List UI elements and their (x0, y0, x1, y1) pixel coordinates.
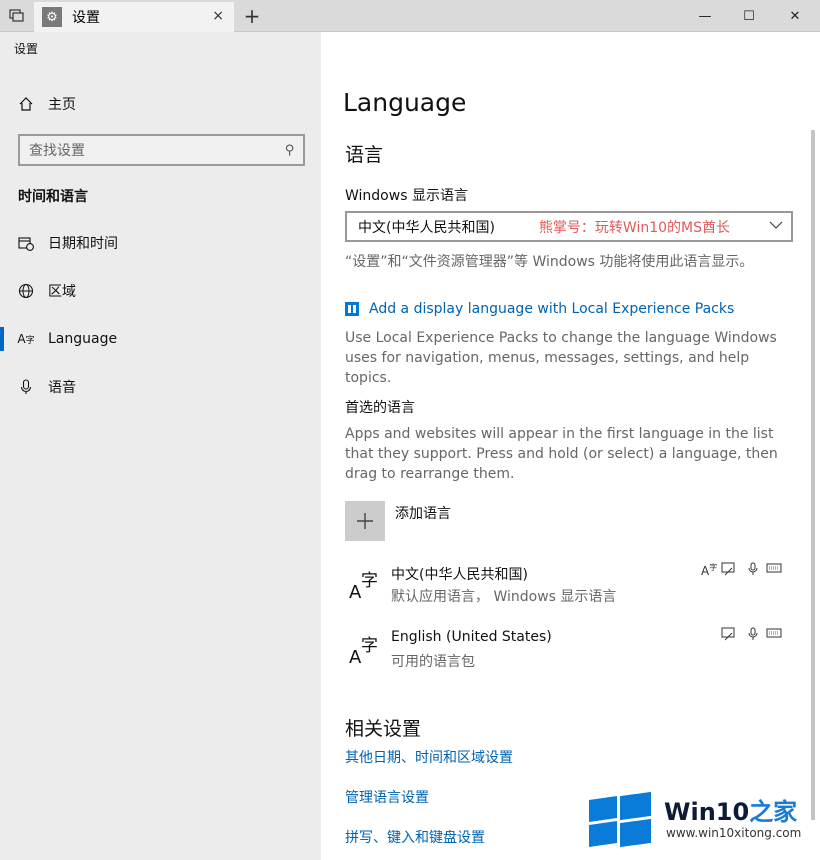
language-status: 可用的语言包 (391, 654, 475, 670)
add-language-button[interactable] (345, 501, 385, 541)
close-tab-icon[interactable]: × (212, 8, 224, 24)
minimize-button[interactable]: — (682, 0, 728, 32)
related-link-date-time-region[interactable]: 其他日期、时间和区域设置 (345, 747, 513, 767)
language-name: 中文(中华人民共和国) (391, 567, 528, 583)
sidebar: 设置 主页 查找设置 ⚲ 时间和语言 日期和时间 区域 A字 Language … (0, 32, 321, 860)
display-language-label: Windows 显示语言 (345, 188, 468, 204)
sidebar-item-speech[interactable]: 语音 (0, 367, 321, 407)
speech-feature-icon (747, 562, 759, 579)
lep-desc: Use Local Experience Packs to change the… (345, 330, 777, 386)
watermark-text: 熊掌号：玩转Win10的MS酋长 (538, 219, 731, 236)
page-title: Language (343, 88, 467, 117)
add-display-language-text: Add a display language with Local Experi… (369, 301, 735, 317)
app-title: 设置 (14, 42, 39, 56)
chevron-down-icon (769, 218, 783, 236)
sidebar-item-date-time[interactable]: 日期和时间 (0, 223, 321, 263)
watermark-url: www.win10xitong.com (666, 826, 802, 840)
preferred-languages-desc: Apps and websites will appear in the fir… (345, 426, 778, 482)
related-link-spelling-keyboard[interactable]: 拼写、键入和键盘设置 (345, 827, 485, 847)
related-settings-title: 相关设置 (345, 718, 422, 740)
store-icon (345, 302, 359, 316)
handwriting-feature-icon (721, 627, 736, 644)
globe-icon (16, 283, 36, 299)
display-language-feature-icon: A字 (701, 563, 718, 578)
sidebar-item-language[interactable]: A字 Language (0, 319, 321, 359)
watermark-brand: Win10之家 (664, 798, 798, 826)
calendar-clock-icon (16, 235, 36, 251)
scrollbar[interactable] (811, 130, 815, 820)
list-item[interactable]: A字 中文(中华人民共和国) 默认应用语言， Windows 显示语言 A字 (345, 560, 795, 612)
language-glyph-icon: A字 (349, 636, 378, 668)
tab-title: 设置 (72, 10, 100, 26)
preferred-languages-title: 首选的语言 (345, 400, 415, 416)
new-tab-button[interactable]: + (242, 4, 262, 28)
speech-feature-icon (747, 627, 759, 644)
sidebar-item-label: 语音 (48, 380, 76, 396)
title-bar: ⚙ 设置 × + — ☐ ✕ (0, 0, 820, 32)
language-icon: A字 (17, 332, 35, 346)
settings-tab[interactable]: ⚙ 设置 × (34, 2, 234, 32)
sidebar-item-region[interactable]: 区域 (0, 271, 321, 311)
sidebar-item-label: Language (48, 331, 118, 347)
task-view-icon[interactable] (0, 0, 34, 32)
home-icon (16, 96, 36, 112)
gear-icon: ⚙ (42, 7, 62, 27)
section-language-title: 语言 (345, 144, 384, 166)
handwriting-feature-icon (721, 562, 736, 579)
microphone-icon (16, 379, 36, 395)
windows-logo-icon (589, 791, 651, 848)
sidebar-item-label: 主页 (48, 97, 76, 113)
search-input[interactable]: 查找设置 ⚲ (18, 134, 305, 166)
search-icon[interactable]: ⚲ (285, 143, 295, 158)
keyboard-feature-icon (766, 627, 782, 642)
sidebar-item-label: 区域 (48, 284, 76, 300)
keyboard-feature-icon (766, 562, 782, 577)
display-language-select[interactable]: 中文(中华人民共和国) 熊掌号：玩转Win10的MS酋长 (345, 211, 793, 242)
language-status: 默认应用语言， Windows 显示语言 (391, 589, 617, 605)
search-placeholder: 查找设置 (29, 143, 85, 159)
language-name: English (United States) (391, 629, 552, 645)
add-display-language-link[interactable]: Add a display language with Local Experi… (345, 301, 734, 317)
sidebar-item-home[interactable]: 主页 (0, 84, 321, 124)
add-language-label[interactable]: 添加语言 (395, 503, 451, 523)
list-item[interactable]: A字 English (United States) 可用的语言包 (345, 625, 795, 677)
display-language-value: 中文(中华人民共和国) (358, 219, 495, 236)
maximize-button[interactable]: ☐ (726, 0, 772, 32)
language-glyph-icon: A字 (349, 571, 378, 603)
display-language-desc: “设置”和“文件资源管理器”等 Windows 功能将使用此语言显示。 (345, 254, 754, 270)
active-indicator (0, 327, 4, 351)
section-title: 时间和语言 (18, 189, 88, 205)
close-button[interactable]: ✕ (772, 0, 818, 32)
related-link-language-settings[interactable]: 管理语言设置 (345, 787, 429, 807)
sidebar-item-label: 日期和时间 (48, 236, 118, 252)
